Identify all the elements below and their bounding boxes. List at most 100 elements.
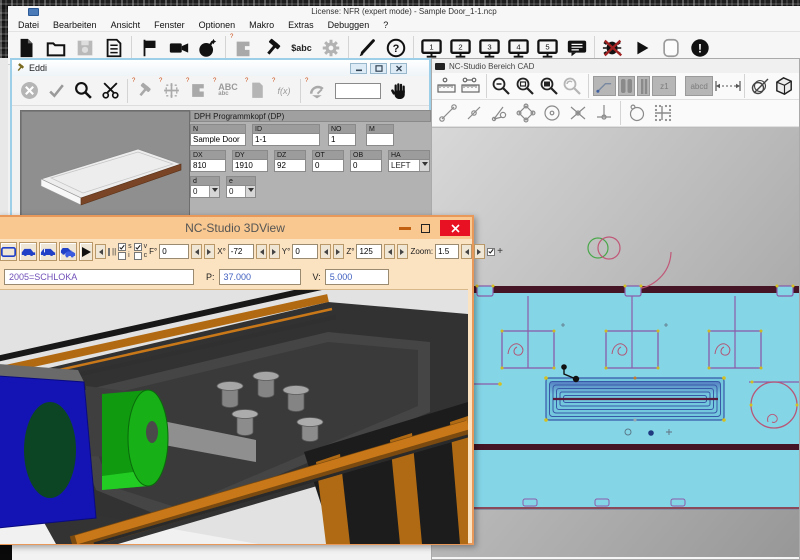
field-input-no[interactable] [328,133,356,146]
zoom-extents-icon[interactable] [537,74,561,98]
program-line-field[interactable]: 2005=SCHLOKA [4,268,194,285]
field-input-n[interactable] [190,133,246,146]
pan-hand-icon[interactable] [385,78,412,104]
zoom-input[interactable] [435,244,460,259]
menu-makro[interactable]: Makro [249,20,274,30]
option-checkbox-2[interactable] [487,247,496,256]
ha-dropdown[interactable]: LEFT [388,159,430,172]
draw-intersection-icon[interactable] [565,101,591,125]
array-grid-icon[interactable] [650,101,676,125]
grid-setup-icon[interactable]: ? [158,78,185,104]
rotate-point-icon[interactable] [624,101,650,125]
draw-circle-center-icon[interactable] [539,101,565,125]
cancel-circle-icon[interactable] [16,78,43,104]
view3d-minimize-button[interactable] [399,226,411,230]
menu-optionen[interactable]: Optionen [199,20,236,30]
dimension-icon[interactable] [714,74,741,98]
view-front-car-icon[interactable] [19,242,37,261]
z1-layer-button[interactable]: z1 [652,76,677,96]
gauge-icon[interactable]: ? [304,78,331,104]
menu-fenster[interactable]: Fenster [154,20,185,30]
zoom-window-icon[interactable] [513,74,537,98]
e-dropdown[interactable]: 0 [226,185,256,198]
page-icon[interactable]: ? [244,78,271,104]
y-angle-input[interactable] [292,244,319,259]
eddi-quick-input[interactable] [335,82,381,99]
menu-datei[interactable]: Datei [18,20,39,30]
spiral-pocket[interactable] [544,376,726,422]
play-simulation-button[interactable] [79,242,93,261]
v-value-field[interactable]: 5.000 [324,268,389,285]
x-angle-input[interactable] [227,244,254,259]
step-back-button[interactable] [95,244,106,259]
field-label-ob: OB [350,150,382,159]
circle-tangent-icon[interactable] [748,74,772,98]
view3d-close-button[interactable] [440,220,470,236]
search-icon[interactable] [70,78,97,104]
p-value-field[interactable]: 37.000 [218,268,301,285]
x-decrease-button[interactable] [255,244,267,259]
option-checkbox-1[interactable] [108,247,110,256]
view-side-car-icon[interactable] [39,242,57,261]
menu-bearbeiten[interactable]: Bearbeiten [53,20,97,30]
f-increase-button[interactable] [204,244,216,259]
measure-icon[interactable] [435,74,459,98]
zoom-increase-button[interactable] [474,244,486,259]
eddi-minimize-button[interactable] [350,62,367,74]
zoom-previous-icon[interactable] [561,74,585,98]
f-angle-input[interactable] [159,244,190,259]
f-decrease-button[interactable] [191,244,203,259]
polyline-mode-button[interactable] [592,76,616,96]
menu-ansicht[interactable]: Ansicht [111,20,141,30]
function-icon[interactable]: ? f(x) [271,78,297,104]
z-decrease-button[interactable] [384,244,396,259]
checkbox-c[interactable] [133,252,142,260]
confirm-check-icon[interactable] [43,78,70,104]
field-input-dz[interactable] [274,159,306,172]
menu-help[interactable]: ? [383,20,388,30]
columns-button[interactable] [617,76,636,96]
z-angle-input[interactable] [356,244,383,259]
view3d-viewport[interactable] [0,289,468,544]
text-case-icon[interactable]: ? ABC abc [212,78,244,104]
x-increase-button[interactable] [268,244,280,259]
pause-bars-button[interactable] [637,76,651,96]
field-input-ob[interactable] [350,159,382,172]
view-3d-box-icon[interactable] [772,73,796,99]
scissors-icon[interactable] [97,78,124,104]
field-input-dy[interactable] [232,159,268,172]
y-decrease-button[interactable] [320,244,332,259]
checkbox-i[interactable] [118,252,127,260]
view-multi-car-icon[interactable] [59,242,77,261]
field-input-id[interactable] [252,133,320,146]
measure-distance-icon[interactable] [459,74,483,98]
eddi-maximize-button[interactable] [370,62,387,74]
cad-drawing-area[interactable] [432,127,799,557]
module-block-icon[interactable]: ? [185,78,212,104]
z-increase-button[interactable] [397,244,409,259]
view3d-maximize-button[interactable] [421,223,430,233]
draw-segment-icon[interactable] [435,101,461,125]
d-dropdown[interactable]: 0 [190,185,220,198]
menu-extras[interactable]: Extras [288,20,314,30]
checkbox-s[interactable] [118,243,127,251]
zoom-decrease-button[interactable] [461,244,473,259]
question-mark-badge: ? [132,77,136,84]
text-labels-button[interactable]: abcd [685,76,713,96]
field-input-ot[interactable] [312,159,344,172]
draw-angle-icon[interactable] [487,101,513,125]
y-increase-button[interactable] [333,244,345,259]
eddi-close-button[interactable] [390,62,407,74]
field-input-m[interactable] [366,133,394,146]
checkbox-v[interactable] [133,243,142,251]
tools-hammer-icon[interactable]: ? [131,78,158,104]
field-label-ha: HA [388,150,430,159]
door-3d-preview[interactable] [20,110,190,225]
field-input-dx[interactable] [190,159,226,172]
draw-perpendicular-icon[interactable] [591,101,617,125]
draw-polygon-icon[interactable] [513,101,539,125]
view-iso-icon[interactable] [0,242,17,261]
zoom-out-icon[interactable] [490,74,514,98]
menu-debuggen[interactable]: Debuggen [328,20,370,30]
draw-line-midpoint-icon[interactable] [461,101,487,125]
